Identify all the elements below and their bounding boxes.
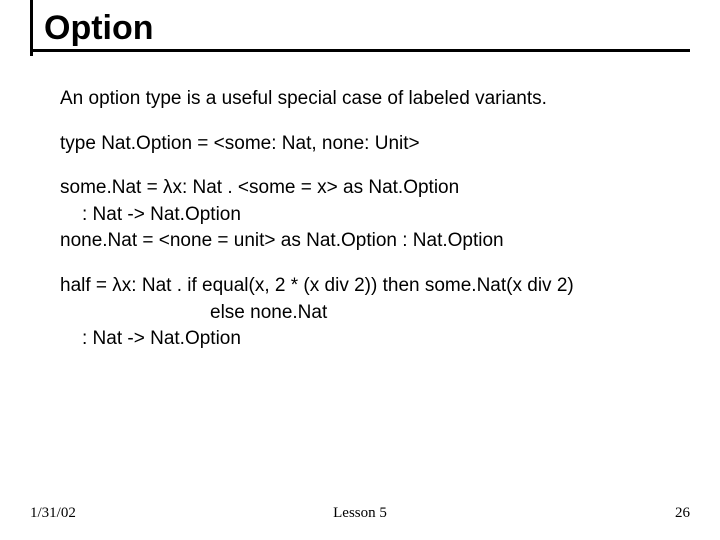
- constructor-block: some.Nat = λx: Nat . <some = x> as Nat.O…: [60, 175, 670, 255]
- footer-lesson: Lesson 5: [30, 505, 690, 522]
- slide-body: An option type is a useful special case …: [60, 86, 670, 371]
- none-nat-def: none.Nat = <none = unit> as Nat.Option :…: [60, 230, 504, 251]
- half-type: : Nat -> Nat.Option: [60, 326, 670, 353]
- slide-title: Option: [44, 10, 690, 47]
- slide: Option An option type is a useful specia…: [0, 0, 720, 540]
- some-nat-type: : Nat -> Nat.Option: [60, 202, 670, 229]
- some-nat-def: some.Nat = λx: Nat . <some = x> as Nat.O…: [60, 177, 459, 198]
- half-block: half = λx: Nat . if equal(x, 2 * (x div …: [60, 273, 670, 353]
- title-rule: Option: [30, 10, 690, 52]
- slide-footer: 1/31/02 Lesson 5 26: [30, 505, 690, 522]
- type-definition: type Nat.Option = <some: Nat, none: Unit…: [60, 131, 670, 158]
- half-def-line2: else none.Nat: [60, 300, 670, 327]
- half-def-line1: half = λx: Nat . if equal(x, 2 * (x div …: [60, 275, 574, 296]
- intro-text: An option type is a useful special case …: [60, 86, 670, 113]
